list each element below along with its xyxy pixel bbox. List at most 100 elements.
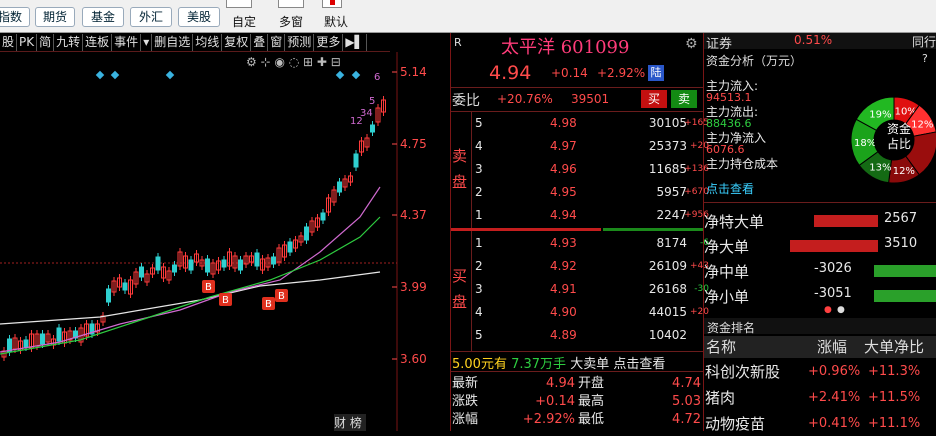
top-toolbar: 指数 期货 基金 外汇 美股 自定 多窗 默认 [0, 0, 936, 33]
rank-name: 科创次新股 [705, 363, 781, 381]
rank-head-pct[interactable]: 涨幅 [817, 336, 847, 357]
ask-level: 1 [475, 208, 483, 222]
top-button-3[interactable]: 外汇 [130, 7, 172, 27]
chart-tool-14[interactable]: ▶▌ [343, 33, 367, 51]
peer-link[interactable]: 同行 [912, 33, 936, 50]
chart-tool-1[interactable]: PK [17, 33, 38, 51]
bid-row[interactable]: 4 4.90 44015 +20 [475, 302, 709, 323]
buy-marker-label: B [265, 299, 272, 310]
tool-customize[interactable]: 自定 [232, 13, 256, 30]
tool-default[interactable]: 默认 [324, 13, 348, 30]
bid-volume: 26109 [648, 259, 687, 273]
net-bar [874, 265, 936, 277]
event-diamond [351, 70, 361, 80]
candle [155, 256, 161, 271]
chart-tool-6[interactable]: ▾ [141, 33, 153, 51]
tab-rank[interactable]: 榜 [350, 416, 362, 430]
candle [238, 259, 243, 271]
sector-name[interactable]: 证券 [706, 33, 732, 52]
ask-row[interactable]: 1 4.94 2247 +956 [475, 205, 709, 226]
tab-finance[interactable]: 财 [334, 416, 346, 430]
rank-head-ratio[interactable]: 大单净比 [864, 336, 924, 357]
price-label: 5.14 [400, 65, 427, 79]
ask-price: 4.95 [550, 185, 577, 199]
pie-label: 18% [854, 138, 876, 149]
multi-window-icon[interactable] [278, 0, 304, 8]
buy-button[interactable]: 买 [641, 90, 667, 108]
candle [122, 282, 128, 291]
ask-row[interactable]: 2 4.95 5957 +670 [475, 182, 709, 203]
chart-tool-2[interactable]: 简 [37, 33, 55, 51]
ask-level: 4 [475, 139, 483, 153]
ask-row[interactable]: 3 4.96 11685 +136 [475, 159, 709, 180]
bid-row[interactable]: 2 4.92 26109 +43 [475, 256, 709, 277]
chart-tool-13[interactable]: 更多 [314, 33, 344, 51]
customize-icon[interactable] [226, 0, 252, 8]
bid-level: 1 [475, 236, 483, 250]
net-bar [814, 215, 878, 227]
gear-icon[interactable]: ⚙ [685, 36, 698, 52]
chart-tool-11[interactable]: 窗 [268, 33, 286, 51]
bid-level: 5 [475, 328, 483, 342]
bid-level: 2 [475, 259, 483, 273]
candle [23, 339, 29, 348]
event-diamond [165, 70, 175, 80]
ma-line-white [0, 271, 381, 325]
top-button-4[interactable]: 美股 [178, 7, 220, 27]
ask-volume: 11685 [648, 162, 687, 176]
pie-label: 12% [893, 166, 915, 177]
chart-tool-0[interactable]: 股 [0, 33, 18, 51]
rank-head-name[interactable]: 名称 [706, 336, 736, 357]
candle [287, 241, 293, 253]
chart-tool-8[interactable]: 均线 [193, 33, 223, 51]
ask-volume: 25373 [648, 139, 687, 153]
chart-tool-5[interactable]: 事件 [112, 33, 142, 51]
candle [56, 327, 62, 342]
rank-row[interactable]: 科创次新股 +0.96% +11.3% [704, 360, 936, 384]
chart-tool-4[interactable]: 连板 [83, 33, 113, 51]
ask-volume: 5957 [656, 185, 687, 199]
ask-price: 4.97 [550, 139, 577, 153]
top-button-0[interactable]: 指数 [0, 7, 30, 27]
chart-tool-3[interactable]: 九转 [54, 33, 84, 51]
chart-tool-10[interactable]: 叠 [251, 33, 269, 51]
event-diamond [95, 70, 105, 80]
chart-toolbar: 股 PK 简九转 连板 事件 ▾ 删自选 均线 复权叠窗预测 更多 ▶▌ [0, 33, 390, 52]
rank-title: 资金排名 [707, 321, 756, 335]
tool-multi-window[interactable]: 多窗 [279, 13, 303, 30]
bottom-tabs[interactable]: 财 榜 [334, 414, 366, 431]
bid-row[interactable]: 1 4.93 8174 -6 [475, 233, 709, 254]
kline-chart[interactable]: 5.144.754.373.993.60BB BB612345 [0, 52, 450, 431]
rank-row[interactable]: 猪肉 +2.41% +11.5% [704, 386, 936, 410]
chart-tool-icons[interactable]: ⚙ ⊹ ◉ ◌ ⊞ ✚ ⊟ [246, 55, 341, 69]
flow-label: 主力持仓成本 [706, 157, 779, 171]
sell-button[interactable]: 卖 [671, 90, 697, 108]
default-icon[interactable] [322, 0, 342, 8]
big-order-strip[interactable]: 5.00元有 7.37万手 大卖单 点击查看 [452, 353, 665, 372]
bid-volume: 10402 [648, 328, 687, 342]
ask-row[interactable]: 4 4.97 25373 +20 [475, 136, 709, 157]
candle [40, 333, 45, 345]
net-label: 净特大单 [704, 213, 765, 231]
rank-row[interactable]: 动物疫苗 +0.41% +11.1% [704, 412, 936, 436]
pie-label: 13% [869, 163, 891, 174]
stat-value2: 4.72 [672, 412, 701, 427]
candle [271, 256, 276, 265]
bid-volume: 8174 [656, 236, 687, 250]
bid-row[interactable]: 5 4.89 10402 [475, 325, 703, 346]
chart-tool-9[interactable]: 复权 [222, 33, 252, 51]
net-label: 净大单 [704, 238, 750, 256]
help-icon[interactable]: ? [922, 52, 928, 65]
top-button-1[interactable]: 期货 [35, 7, 75, 27]
top-button-2[interactable]: 基金 [82, 7, 124, 27]
detail-link[interactable]: 点击查看 [706, 180, 754, 197]
bid-row[interactable]: 3 4.91 26168 -30 [475, 279, 709, 300]
chart-tool-7[interactable]: 删自选 [152, 33, 194, 51]
net-value: -3026 [814, 261, 852, 276]
weibi-label: 委比 [452, 93, 480, 109]
bid-price: 4.89 [550, 328, 577, 342]
chart-tool-12[interactable]: 预测 [285, 33, 315, 51]
rank-ratio: +11.1% [868, 416, 921, 431]
ask-row[interactable]: 5 4.98 30105 +165 [475, 113, 709, 134]
pager-dot: ● [837, 305, 845, 315]
